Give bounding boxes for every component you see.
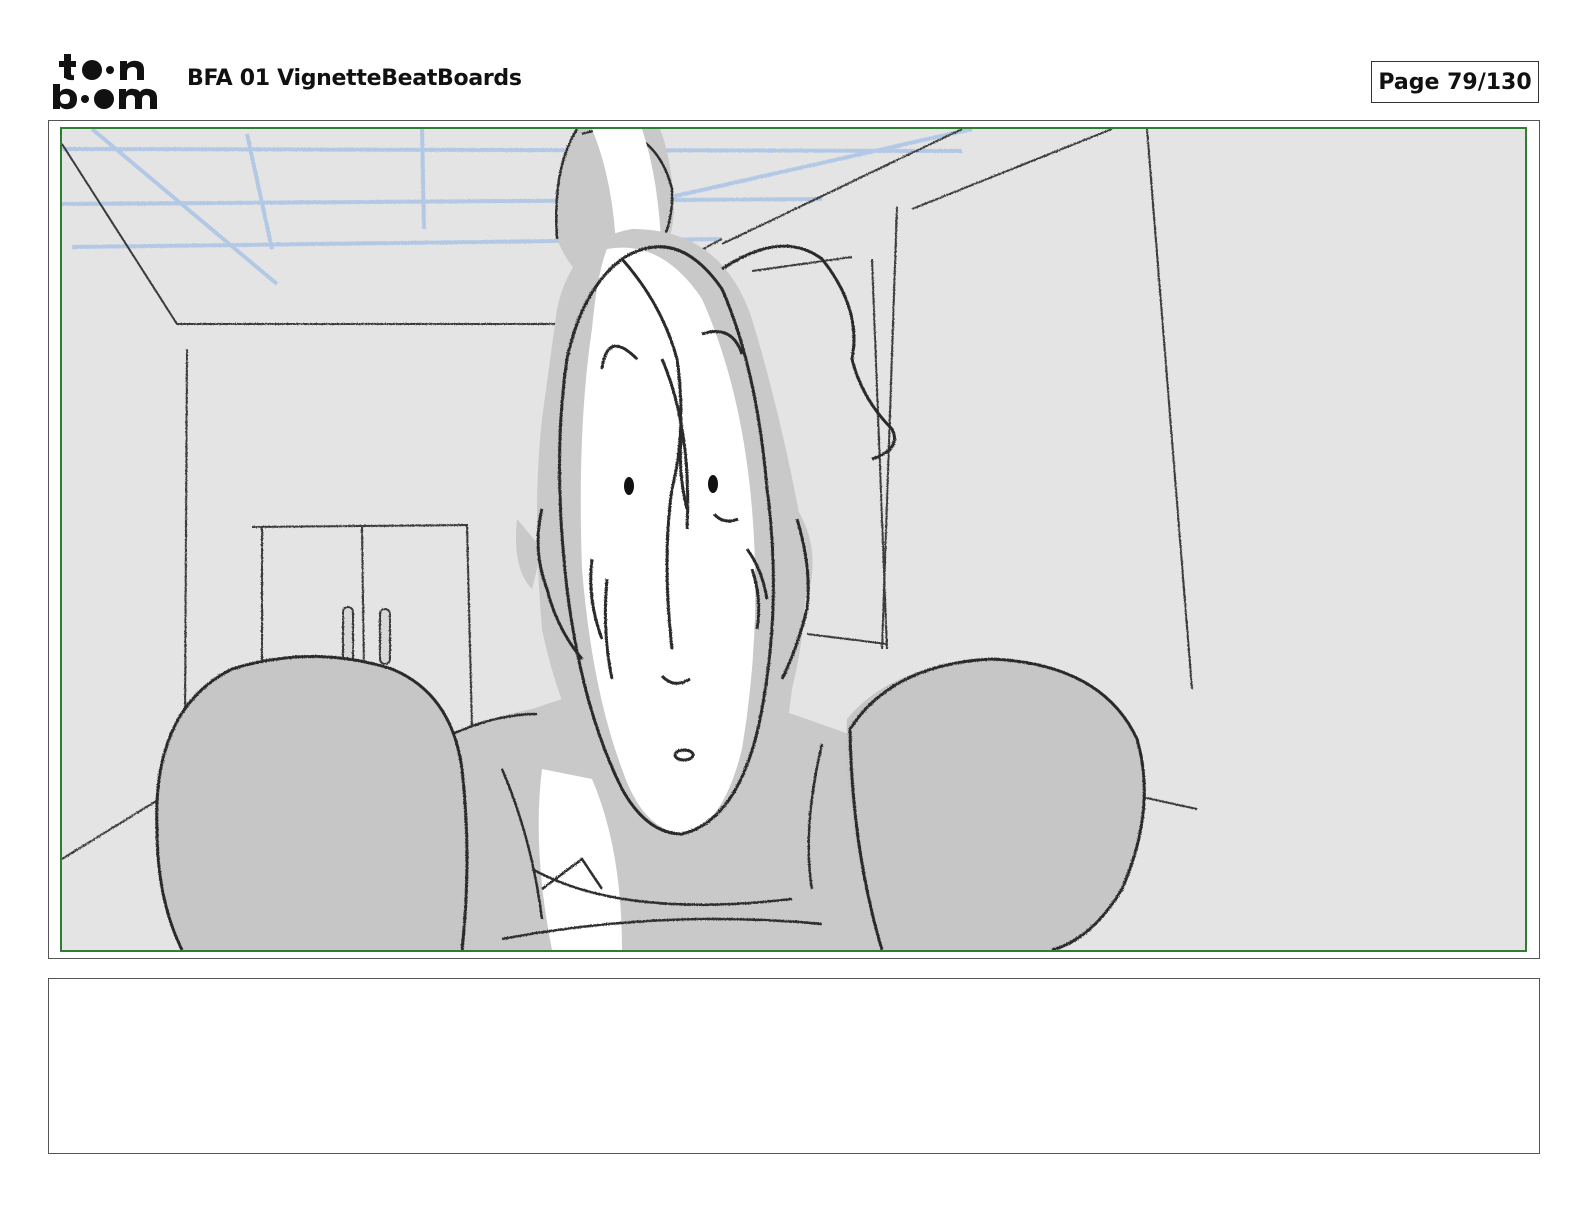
storyboard-panel-image (60, 127, 1527, 952)
document-title: BFA 01 VignetteBeatBoards (187, 66, 522, 91)
page-indicator: Page 79/130 (1371, 61, 1539, 103)
toon-boom-logo (50, 50, 165, 112)
storyboard-sketch-drawing (62, 129, 1525, 950)
page-number: 79/130 (1447, 69, 1532, 95)
panel-notes-box (48, 978, 1540, 1154)
page-label: Page (1378, 69, 1440, 95)
